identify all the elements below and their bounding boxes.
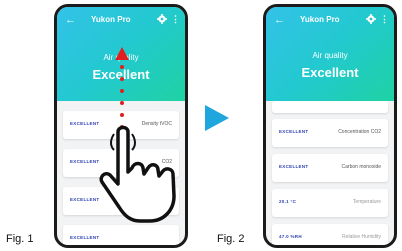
sensor-card-partial[interactable]: [272, 101, 388, 113]
sensor-card[interactable]: EXCELLENT Concentration CO2: [272, 119, 388, 147]
swipe-dot: [120, 77, 124, 81]
hand-pointer-icon: [99, 125, 176, 223]
app-title: Yukon Pro: [300, 15, 340, 24]
sensor-value: 20.1 °C: [279, 199, 297, 204]
figure-caption: Fig. 2: [217, 233, 245, 245]
header: ← Yukon Pro ⋮ Air quality Excellent: [266, 7, 394, 101]
more-vert-icon[interactable]: ⋮: [171, 13, 180, 25]
sensor-card[interactable]: 47.0 %RH Relative Humidity: [272, 224, 388, 245]
air-quality-label: Air quality: [312, 51, 348, 60]
swipe-dot: [120, 65, 124, 69]
sensor-label: Temperature: [352, 199, 381, 205]
back-arrow-icon[interactable]: ←: [274, 13, 285, 27]
top-bar: ← Yukon Pro ⋮: [57, 13, 185, 29]
sensor-value: 47.0 %RH: [279, 234, 302, 239]
sensor-label: Concentration CO2: [338, 129, 381, 135]
play-arrow-icon: [205, 105, 229, 131]
sensor-value: EXCELLENT: [70, 235, 100, 240]
sensor-card[interactable]: EXCELLENT: [63, 225, 179, 245]
sensor-value: EXCELLENT: [279, 164, 309, 169]
top-bar: ← Yukon Pro ⋮: [266, 13, 394, 29]
swipe-dot: [120, 113, 124, 117]
more-vert-icon[interactable]: ⋮: [380, 13, 389, 25]
app-title: Yukon Pro: [91, 15, 131, 24]
gear-icon[interactable]: [366, 14, 376, 24]
gear-icon[interactable]: [157, 14, 167, 24]
phone-screen-fig2: ← Yukon Pro ⋮ Air quality Excellent EXCE…: [263, 4, 397, 248]
swipe-dot: [120, 101, 124, 105]
back-arrow-icon[interactable]: ←: [65, 13, 76, 27]
figure-caption: Fig. 1: [6, 233, 34, 245]
sensor-card[interactable]: 20.1 °C Temperature: [272, 189, 388, 217]
air-quality-value: Excellent: [301, 65, 359, 80]
sensor-card[interactable]: EXCELLENT Carbon monoxide: [272, 154, 388, 182]
sensor-value: EXCELLENT: [279, 129, 309, 134]
swipe-dot: [120, 89, 124, 93]
swipe-arrow-head: [115, 47, 129, 60]
sensor-label: Carbon monoxide: [341, 164, 381, 170]
sensor-label: Relative Humidity: [342, 234, 381, 240]
